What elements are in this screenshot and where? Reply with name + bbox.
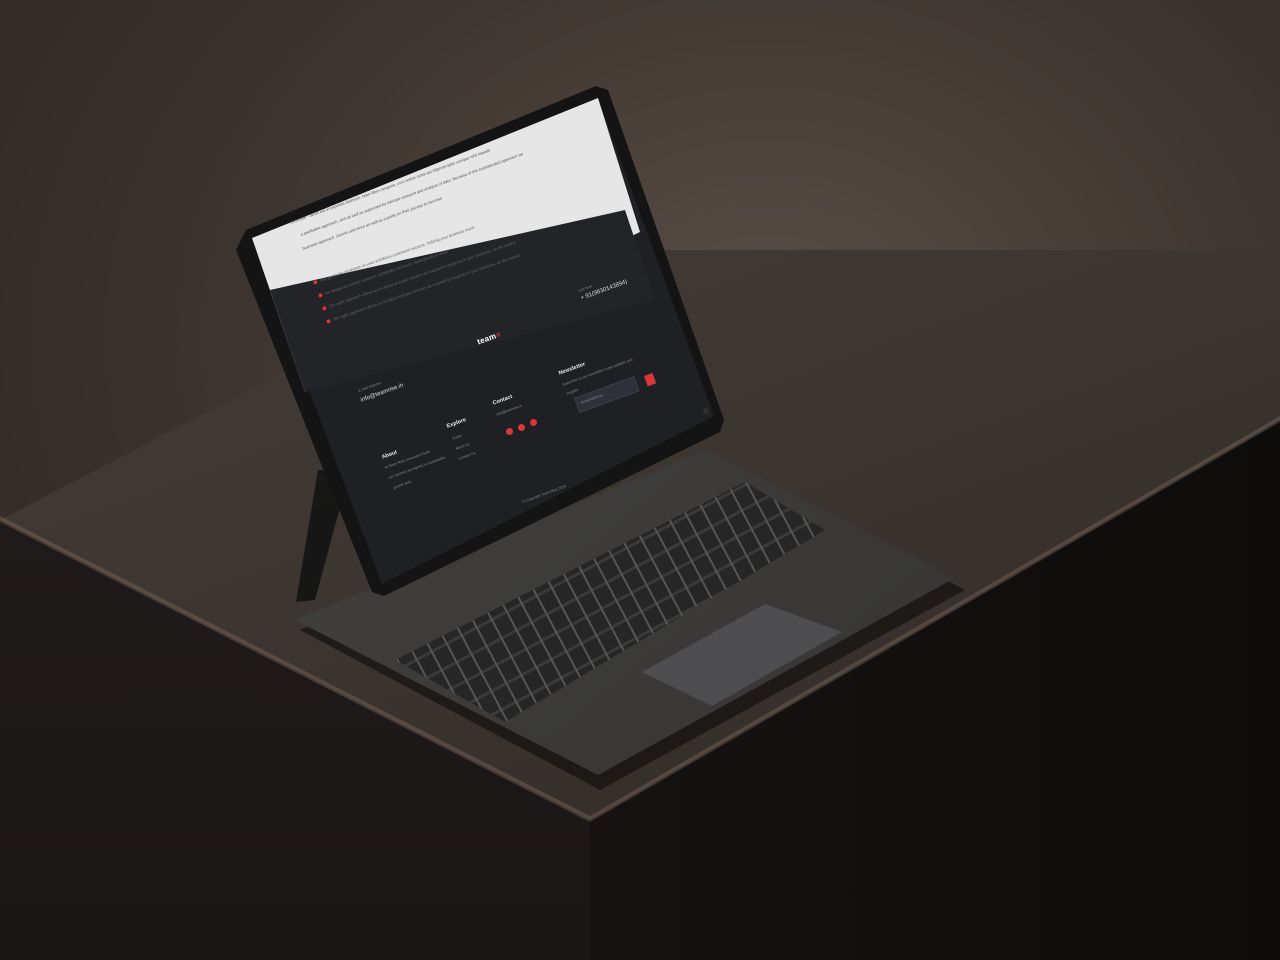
facebook-icon[interactable]: [506, 428, 513, 435]
instagram-icon[interactable]: [530, 419, 537, 426]
scroll-top-button[interactable]: [703, 408, 709, 414]
twitter-icon[interactable]: [518, 424, 525, 431]
